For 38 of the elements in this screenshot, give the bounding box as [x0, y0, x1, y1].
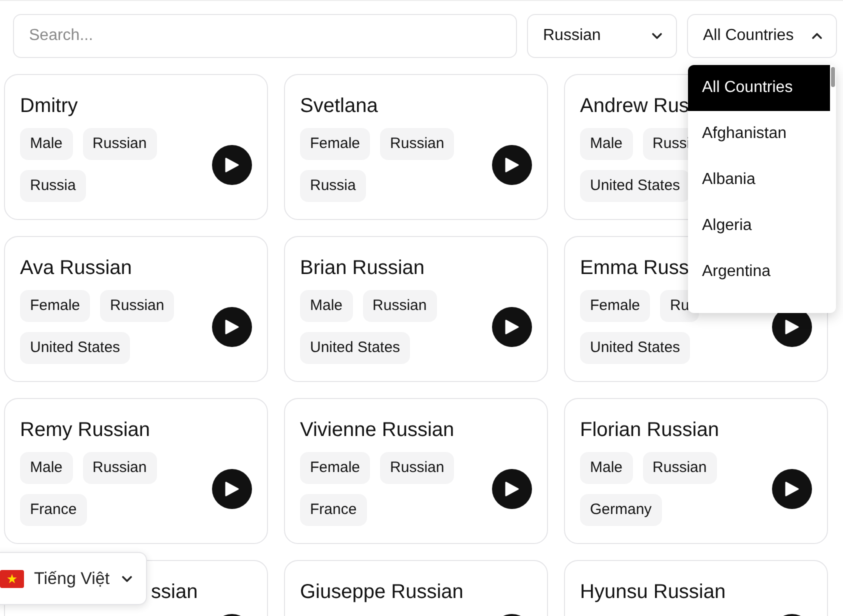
tag-chip: Male: [20, 452, 73, 484]
voice-name: Remy Russian: [20, 418, 150, 442]
tag-chip: Russian: [362, 290, 437, 322]
tag-chip: France: [300, 494, 367, 526]
voice-name: Dmitry: [20, 94, 78, 118]
tag-chip: Male: [580, 128, 633, 160]
tag-chip: France: [20, 494, 87, 526]
tag-chip: Russian: [380, 128, 454, 160]
tag-chip: Russian: [100, 290, 174, 322]
voice-name: Florian Russian: [580, 418, 719, 442]
tag-chip: United States: [20, 332, 130, 364]
tag-chip: Male: [20, 128, 73, 160]
voice-name: Brian Russian: [300, 256, 425, 280]
tag-chip: United States: [580, 332, 690, 364]
tag-chip: Female: [580, 290, 650, 322]
tag-chip: Russia: [20, 170, 86, 202]
voice-name: Svetlana: [300, 94, 378, 118]
voice-name: Vivienne Russian: [300, 418, 454, 442]
tag-chip: Russian: [82, 128, 157, 160]
tag-chip: Male: [580, 452, 633, 484]
tag-chip: Germany: [580, 494, 662, 526]
voice-name: Giuseppe Russian: [300, 580, 464, 604]
tag-chip: Female: [20, 290, 90, 322]
voice-name: Emma Russ: [580, 256, 689, 280]
tag-chip: Female: [300, 128, 370, 160]
tag-chip: United States: [300, 332, 410, 364]
tag-chip: Russian: [82, 452, 157, 484]
tag-chip: Russian: [642, 452, 717, 484]
tag-chip: Russian: [380, 452, 454, 484]
tag-chip: Male: [300, 290, 353, 322]
language-label: Tiếng Việt: [34, 568, 110, 588]
tag-chip: United States: [580, 170, 690, 202]
tag-chip: Female: [300, 452, 370, 484]
voice-name: Hyunsu Russian: [580, 580, 726, 604]
voice-name: Andrew Rus: [580, 94, 689, 118]
voice-name: ssian: [151, 580, 198, 604]
tag-chip: Russia: [300, 170, 366, 202]
voice-name: Ava Russian: [20, 256, 132, 280]
